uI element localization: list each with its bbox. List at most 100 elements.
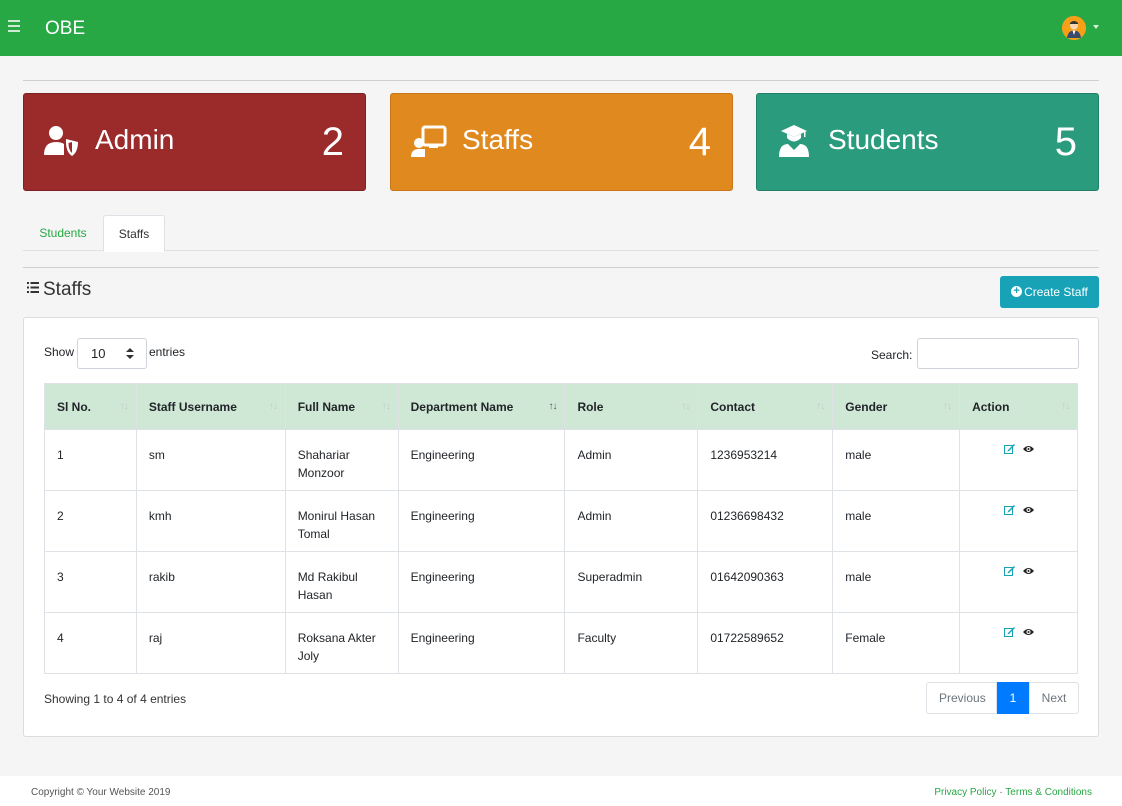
cell-department: Engineering [397, 551, 566, 613]
cell-username: raj [135, 612, 286, 674]
cell-department: Engineering [397, 429, 566, 491]
table-row: 3 rakib Md Rakibul Hasan Engineering Sup… [44, 551, 1078, 613]
sort-icon: ↑↓ [943, 401, 952, 412]
column-header-staff-username[interactable]: Staff Username ↑↓ [135, 383, 286, 430]
cell-role: Faculty [564, 612, 699, 674]
view-eye-icon[interactable] [1022, 505, 1034, 515]
next-page-button[interactable]: Next [1029, 682, 1079, 714]
tab-bar: Students Staffs [23, 215, 1099, 252]
staff-table: Sl No. ↑↓ Staff Username ↑↓ Full Name ↑↓ De… [44, 383, 1078, 674]
cell-gender: Female [832, 612, 961, 674]
tab-students[interactable]: Students [23, 215, 103, 251]
column-header-action[interactable]: Action ↑↓ [959, 383, 1078, 430]
edit-icon[interactable] [1003, 566, 1015, 576]
cell-sl: 3 [44, 551, 137, 613]
cell-sl: 1 [44, 429, 137, 491]
column-header-department-name[interactable]: Department Name ↑↓ [397, 383, 566, 430]
create-staff-label: Create Staff [1024, 285, 1088, 299]
show-label: Show [44, 345, 75, 359]
list-icon [27, 282, 39, 294]
sort-arrows-icon [126, 348, 134, 359]
sort-icon: ↑↓ [381, 401, 391, 412]
cell-full-name: Shahariar Monzoor [284, 429, 399, 491]
brand-title[interactable]: OBE [45, 18, 85, 40]
hamburger-icon[interactable] [8, 20, 20, 34]
view-eye-icon[interactable] [1022, 444, 1034, 454]
terms-link[interactable]: Terms & Conditions [1005, 787, 1092, 798]
footer-links: Privacy Policy · Terms & Conditions [934, 787, 1092, 798]
column-header-gender[interactable]: Gender ↑↓ [832, 383, 961, 430]
column-header-label: Contact [710, 399, 755, 414]
top-navbar: OBE [0, 0, 1122, 56]
column-header-sl-no[interactable]: Sl No. ↑↓ [44, 383, 137, 430]
copyright-text: Copyright © Your Website 2019 [31, 787, 171, 798]
card-label: Staffs [462, 124, 534, 155]
section-title-text: Staffs [43, 279, 92, 300]
pagination-info: Showing 1 to 4 of 4 entries [44, 692, 187, 706]
sort-icon: ↑↓ [681, 401, 690, 412]
staffs-count-card[interactable]: Staffs 4 [390, 93, 733, 191]
column-header-label: Action [972, 399, 1010, 414]
staff-table-panel: Show 10 entries Search: Sl No. ↑↓ Staff U… [23, 317, 1099, 737]
user-shield-icon [44, 126, 78, 156]
edit-icon[interactable] [1003, 505, 1015, 515]
view-eye-icon[interactable] [1022, 566, 1034, 576]
divider [23, 267, 1099, 268]
column-header-label: Full Name [297, 399, 356, 414]
plus-circle-icon: + [1011, 286, 1023, 298]
section-title: Staffs [27, 279, 91, 301]
pagination: Previous 1 Next [926, 682, 1079, 714]
page-size-value: 10 [91, 346, 106, 361]
table-row: 1 sm Shahariar Monzoor Engineering Admin… [44, 429, 1078, 491]
cell-sl: 2 [44, 490, 137, 552]
previous-page-button[interactable]: Previous [926, 682, 997, 714]
privacy-policy-link[interactable]: Privacy Policy [934, 787, 996, 798]
footer: Copyright © Your Website 2019 Privacy Po… [0, 776, 1122, 806]
card-count: 4 [688, 120, 711, 164]
column-header-full-name[interactable]: Full Name ↑↓ [284, 383, 399, 430]
cell-role: Superadmin [564, 551, 699, 613]
chalkboard-teacher-icon [411, 125, 447, 157]
students-count-card[interactable]: Students 5 [756, 93, 1099, 191]
column-header-label: Gender [845, 399, 888, 414]
sort-icon: ↑↓ [816, 401, 825, 412]
user-graduate-icon [779, 125, 809, 157]
cell-role: Admin [564, 490, 699, 552]
cell-contact: 01642090363 [697, 551, 834, 613]
sort-icon: ↑↓ [119, 401, 129, 412]
page-size-select[interactable]: 10 [77, 338, 147, 369]
cell-contact: 01722589652 [697, 612, 834, 674]
page-1-button[interactable]: 1 [997, 682, 1029, 714]
sort-icon: ↑↓ [1061, 401, 1070, 412]
card-label: Admin [95, 124, 175, 155]
column-header-label: Department Name [410, 399, 514, 414]
cell-username: kmh [135, 490, 286, 552]
cell-gender: male [832, 551, 961, 613]
table-row: 2 kmh Monirul Hasan Tomal Engineering Ad… [44, 490, 1078, 552]
chevron-down-icon[interactable] [1093, 25, 1099, 29]
column-header-role[interactable]: Role ↑↓ [564, 383, 699, 430]
cell-sl: 4 [44, 612, 137, 674]
sort-icon: ↑↓ [268, 401, 278, 412]
cell-action [959, 551, 1078, 613]
view-eye-icon[interactable] [1022, 627, 1034, 637]
admin-count-card[interactable]: Admin 2 [23, 93, 366, 191]
tab-staffs[interactable]: Staffs [103, 215, 165, 252]
search-input[interactable] [917, 338, 1079, 369]
table-header-row: Sl No. ↑↓ Staff Username ↑↓ Full Name ↑↓ De… [44, 383, 1078, 430]
entries-label: entries [149, 345, 186, 359]
cell-gender: male [832, 429, 961, 491]
create-staff-button[interactable]: + Create Staff [1000, 276, 1099, 308]
edit-icon[interactable] [1003, 444, 1015, 454]
card-count: 5 [1054, 120, 1077, 164]
cell-action [959, 490, 1078, 552]
cell-full-name: Monirul Hasan Tomal [284, 490, 399, 552]
card-label: Students [828, 124, 939, 155]
column-header-contact[interactable]: Contact ↑↓ [697, 383, 834, 430]
edit-icon[interactable] [1003, 627, 1015, 637]
sort-asc-icon: ↑↓ [548, 401, 557, 412]
cell-action [959, 429, 1078, 491]
footer-separator: · [999, 787, 1003, 798]
cell-username: sm [135, 429, 286, 491]
user-avatar-icon[interactable] [1062, 16, 1086, 40]
